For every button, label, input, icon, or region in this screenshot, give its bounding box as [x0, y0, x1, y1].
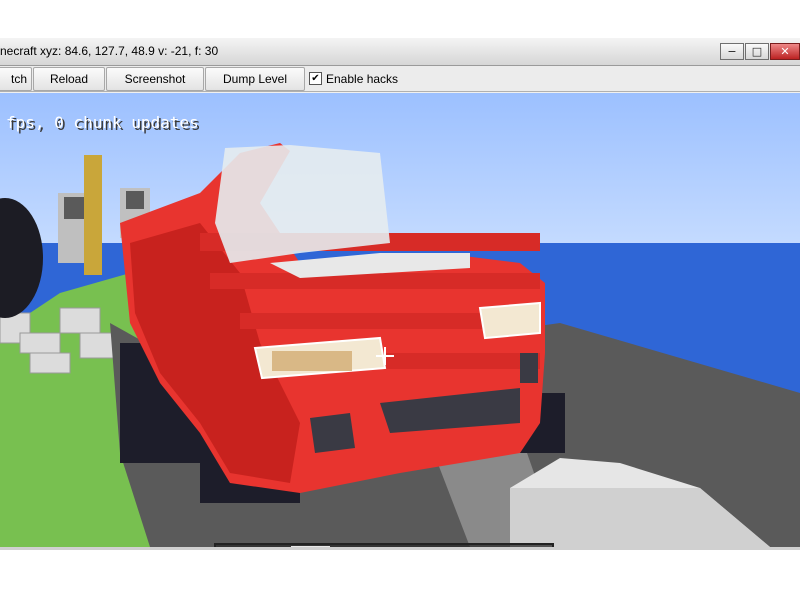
crosshair-icon [376, 347, 394, 365]
toolbar: tch Reload Screenshot Dump Level ✔ Enabl… [0, 66, 800, 92]
close-button[interactable]: ✕ [770, 43, 800, 60]
enable-hacks-checkbox[interactable]: ✔ [309, 72, 322, 85]
game-viewport[interactable]: fps, 0 chunk updates [0, 93, 800, 547]
reload-button[interactable]: Reload [33, 67, 105, 91]
window-bottom-border [0, 547, 800, 550]
minimize-button[interactable]: − [720, 43, 744, 60]
enable-hacks-label[interactable]: Enable hacks [326, 72, 398, 86]
screenshot-button[interactable]: Screenshot [106, 67, 204, 91]
minecraft-window: necraft xyz: 84.6, 127.7, 48.9 v: -21, f… [0, 38, 800, 550]
title-bar[interactable]: necraft xyz: 84.6, 127.7, 48.9 v: -21, f… [0, 38, 800, 66]
maximize-button[interactable]: □ [745, 43, 769, 60]
game-scene [0, 143, 800, 547]
window-controls: − □ ✕ [719, 43, 800, 60]
switch-button[interactable]: tch [0, 67, 32, 91]
dump-level-button[interactable]: Dump Level [205, 67, 305, 91]
hud-fps-text: fps, 0 chunk updates [6, 113, 199, 132]
window-title: necraft xyz: 84.6, 127.7, 48.9 v: -21, f… [0, 44, 219, 58]
